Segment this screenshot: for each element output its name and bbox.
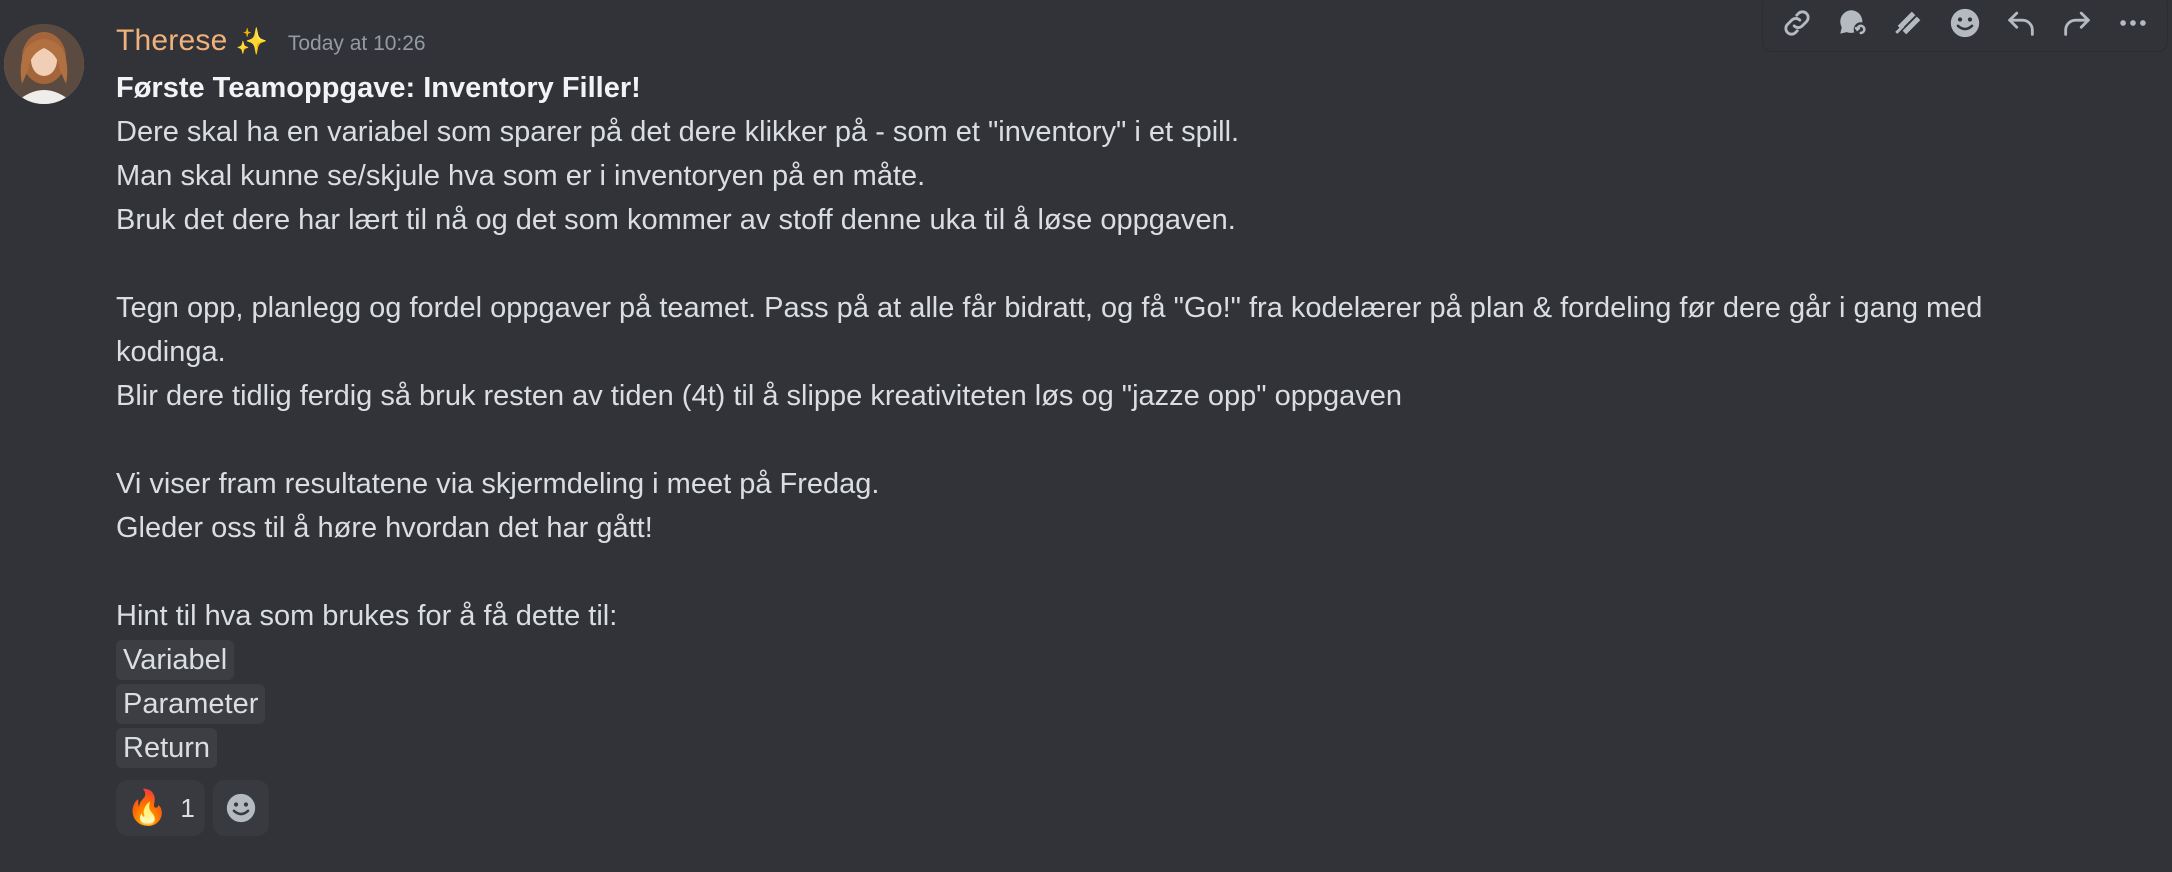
code-line: Return bbox=[116, 726, 2116, 770]
apps-button[interactable] bbox=[1881, 0, 1937, 51]
message-line: kodinga. bbox=[116, 336, 226, 368]
add-reaction-button[interactable] bbox=[212, 780, 269, 836]
reaction-count: 1 bbox=[180, 792, 195, 823]
message-title: Første Teamoppgave: Inventory Filler! bbox=[116, 72, 641, 104]
reactions-bar: 🔥 1 bbox=[116, 780, 269, 836]
fire-emoji-icon: 🔥 bbox=[126, 788, 169, 828]
code-line: Variabel bbox=[116, 638, 2116, 682]
message-line: Dere skal ha en variabel som sparer på d… bbox=[116, 116, 1240, 148]
message-content: Første Teamoppgave: Inventory Filler! De… bbox=[116, 66, 2116, 770]
app-icon bbox=[1895, 11, 1921, 35]
message-line: Vi viser fram resultatene via skjermdeli… bbox=[116, 468, 880, 500]
inline-code-parameter: Parameter bbox=[116, 684, 266, 724]
avatar[interactable] bbox=[4, 24, 84, 104]
message-line: Man skal kunne se/skjule hva som er i in… bbox=[116, 160, 926, 192]
message-line: Gleder oss til å høre hvordan det har gå… bbox=[116, 512, 653, 544]
create-thread-button[interactable] bbox=[1825, 0, 1881, 51]
add-reaction-toolbar-button[interactable] bbox=[1937, 0, 1993, 51]
timestamp[interactable]: Today at 10:26 bbox=[288, 32, 426, 56]
thread-icon bbox=[1840, 10, 1868, 37]
avatar-image bbox=[4, 24, 84, 104]
message-line: Tegn opp, planlegg og fordel oppgaver på… bbox=[116, 292, 1983, 324]
inline-code-variabel: Variabel bbox=[116, 640, 235, 680]
message-header: Therese ✨ Today at 10:26 bbox=[116, 24, 426, 68]
forward-icon bbox=[2064, 11, 2090, 36]
chat-message: Therese ✨ Today at 10:26 Første Teamoppg… bbox=[0, 0, 2172, 872]
link-icon bbox=[1784, 10, 1810, 36]
message-line: Bruk det dere har lært til nå og det som… bbox=[116, 204, 1236, 236]
more-icon bbox=[2120, 20, 2146, 26]
reply-icon bbox=[2008, 11, 2034, 36]
reaction-fire[interactable]: 🔥 1 bbox=[116, 780, 205, 836]
emoji-icon bbox=[1950, 8, 1980, 38]
message-toolbar bbox=[1762, 0, 2168, 52]
add-reaction-icon bbox=[226, 793, 255, 823]
username[interactable]: Therese bbox=[116, 24, 227, 58]
reply-button[interactable] bbox=[1993, 0, 2049, 51]
message-line: Hint til hva som brukes for å få dette t… bbox=[116, 600, 618, 632]
message-line: Blir dere tidlig ferdig så bruk resten a… bbox=[116, 380, 1402, 412]
forward-button[interactable] bbox=[2049, 0, 2105, 51]
code-line: Parameter bbox=[116, 682, 2116, 726]
inline-code-return: Return bbox=[116, 728, 218, 768]
sparkle-icon: ✨ bbox=[235, 27, 268, 57]
copy-link-button[interactable] bbox=[1769, 0, 1825, 51]
more-options-button[interactable] bbox=[2105, 0, 2161, 51]
